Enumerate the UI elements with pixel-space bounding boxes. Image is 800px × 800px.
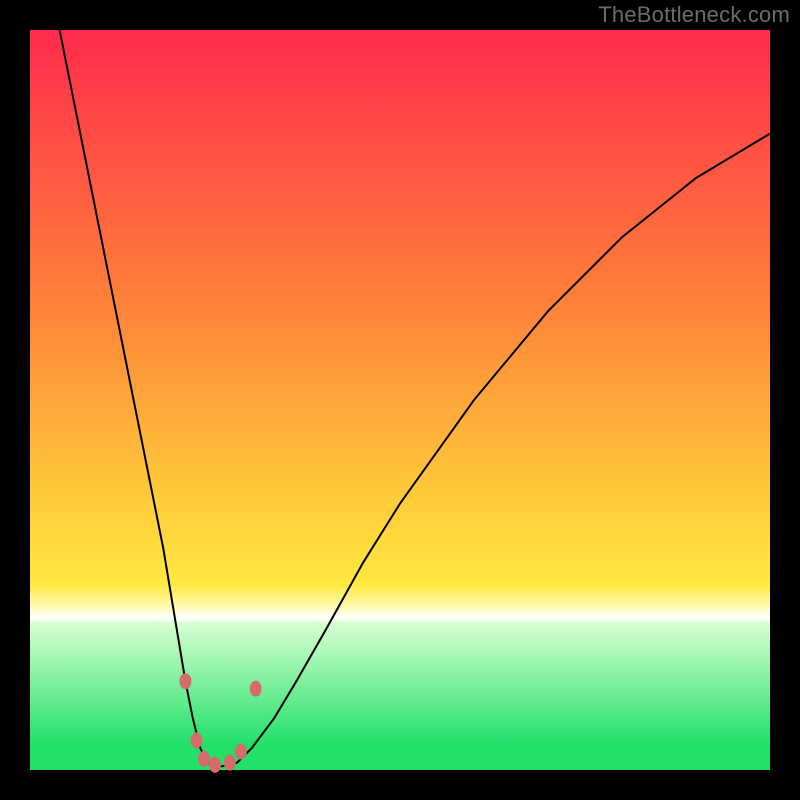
curve-marker [209, 757, 221, 773]
watermark-text: TheBottleneck.com [598, 2, 790, 28]
curve-markers [179, 673, 261, 773]
curve-marker [235, 744, 247, 760]
curve-marker [250, 681, 262, 697]
curve-marker [191, 732, 203, 748]
curve-marker [198, 751, 210, 767]
curve-marker [224, 755, 236, 771]
curve-layer [30, 30, 770, 770]
plot-gradient-area [30, 30, 770, 770]
curve-marker [179, 673, 191, 689]
bottleneck-curve [60, 30, 770, 766]
chart-frame: TheBottleneck.com [0, 0, 800, 800]
